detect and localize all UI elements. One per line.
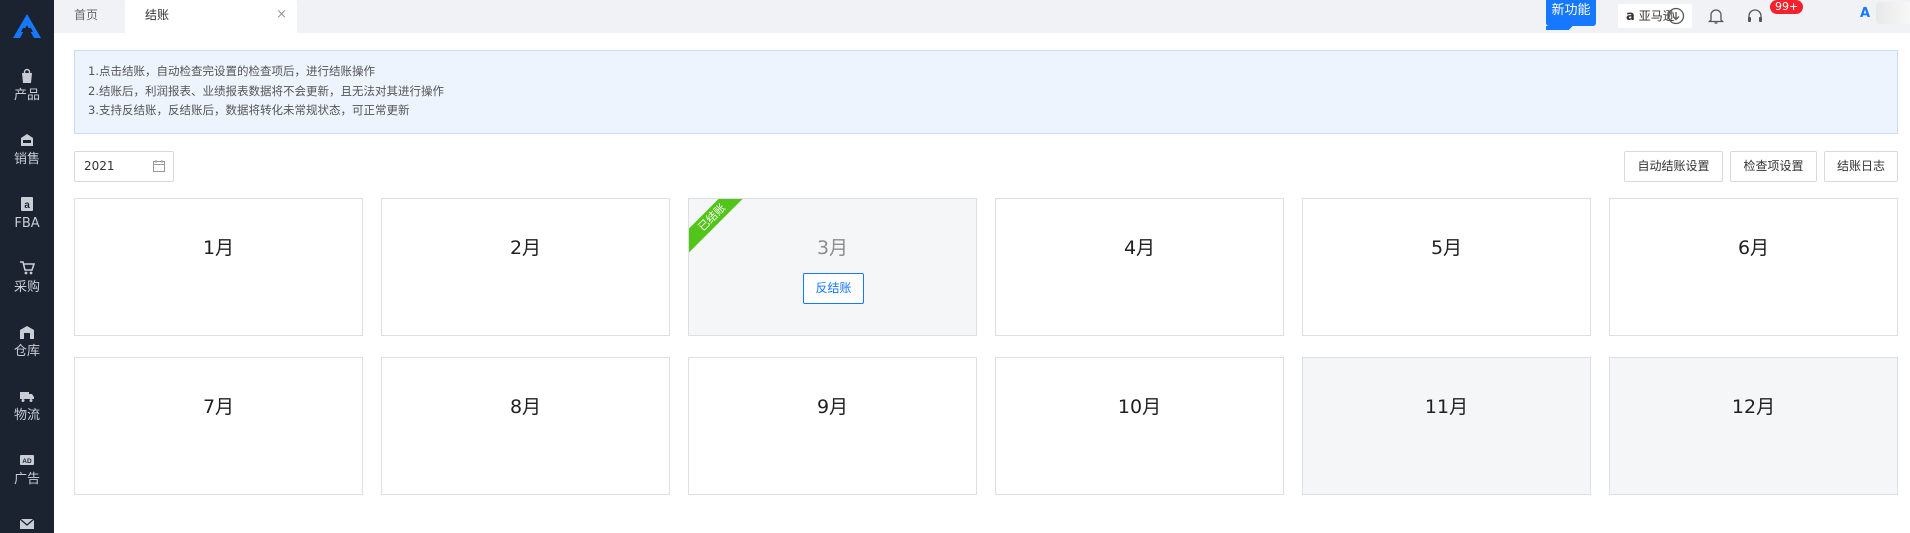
month-card-5[interactable]: 5月: [1302, 198, 1591, 336]
sidebar-item-label: 物流: [13, 408, 40, 423]
sidebar-item-purchasing[interactable]: 采购: [0, 254, 54, 314]
sidebar-item-warehouse[interactable]: 仓库: [0, 318, 54, 378]
info-notice: 1.点击结账，自动检查完设置的检查项后，进行结账操作 2.结账后，利润报表、业绩…: [74, 50, 1898, 134]
notice-line: 2.结账后，利润报表、业绩报表数据将不会更新，且无法对其进行操作: [88, 83, 444, 98]
month-label: 6月: [1737, 237, 1770, 259]
month-label: 9月: [816, 396, 849, 418]
mail-icon: [19, 518, 35, 529]
month-label: 1月: [202, 237, 235, 259]
brand-logo-mini: A: [1860, 6, 1871, 21]
sidebar-item-ads[interactable]: AD 广告: [0, 446, 54, 506]
month-card-11[interactable]: 11月: [1302, 357, 1591, 495]
month-card-2[interactable]: 2月: [381, 198, 670, 336]
user-avatar[interactable]: [1876, 2, 1910, 24]
month-label: 5月: [1430, 237, 1463, 259]
ad-icon: AD: [20, 455, 34, 465]
month-card-7[interactable]: 7月: [74, 357, 363, 495]
sidebar-item-fba[interactable]: a FBA: [0, 190, 54, 250]
amazon-icon: a: [21, 197, 33, 211]
month-card-3[interactable]: 已结账 3月 反结账: [688, 198, 977, 336]
sidebar-item-label: 产品: [13, 88, 40, 103]
month-card-4[interactable]: 4月: [995, 198, 1284, 336]
reverse-closing-button[interactable]: 反结账: [803, 273, 864, 304]
month-label: 3月: [816, 237, 849, 259]
notice-line: 3.支持反结账，反结账后，数据将转化未常规状态，可正常更新: [88, 103, 410, 117]
sidebar-item-sales[interactable]: 销售: [0, 126, 54, 186]
top-bar: 首页 结账 × 新功能 a 亚马逊 99+ A: [54, 0, 1910, 33]
calendar-icon: [153, 160, 165, 172]
year-picker[interactable]: 2021: [74, 151, 174, 182]
month-card-9[interactable]: 9月: [688, 357, 977, 495]
bag-icon: [22, 68, 32, 83]
month-card-1[interactable]: 1月: [74, 198, 363, 336]
logo-icon[interactable]: [11, 12, 43, 40]
auto-closing-settings-button[interactable]: 自动结账设置: [1624, 151, 1723, 182]
month-card-12[interactable]: 12月: [1609, 357, 1898, 495]
month-label: 7月: [202, 396, 235, 418]
sidebar-item-label: 仓库: [13, 344, 40, 359]
check-items-settings-button[interactable]: 检查项设置: [1730, 151, 1817, 182]
cart-icon: [20, 261, 35, 275]
close-icon[interactable]: ×: [276, 0, 287, 30]
closing-log-button[interactable]: 结账日志: [1824, 151, 1898, 182]
bell-icon[interactable]: [1707, 7, 1725, 25]
tab-label: 结账: [145, 8, 170, 22]
svg-text:AD: AD: [22, 458, 32, 465]
sidebar-item-label: 采购: [13, 280, 40, 295]
notice-line: 1.点击结账，自动检查完设置的检查项后，进行结账操作: [88, 64, 375, 78]
tab-closing[interactable]: 结账 ×: [125, 0, 297, 33]
notification-badge: 99+: [1770, 0, 1804, 14]
tab-label: 首页: [74, 8, 99, 22]
month-label: 12月: [1731, 396, 1776, 418]
svg-text:a: a: [24, 200, 30, 211]
sidebar-item-label: FBA: [14, 216, 40, 231]
sell-icon: [21, 134, 33, 146]
headset-icon[interactable]: [1746, 7, 1764, 25]
download-icon[interactable]: [1667, 7, 1685, 25]
month-label: 2月: [509, 237, 542, 259]
app-root: 产品 销售 a FBA 采购 仓库 物流 AD 广告 首页 结账 × 新功能 a…: [0, 0, 1910, 533]
amazon-icon: a: [1626, 9, 1635, 24]
month-label: 8月: [509, 396, 542, 418]
year-value: 2021: [84, 159, 115, 173]
sidebar-item-label: 销售: [13, 152, 40, 167]
month-label: 11月: [1424, 396, 1469, 418]
month-label: 4月: [1123, 237, 1156, 259]
tab-home[interactable]: 首页: [54, 0, 124, 33]
sidebar-item-products[interactable]: 产品: [0, 62, 54, 122]
sidebar-item-mail[interactable]: [0, 510, 54, 533]
month-card-8[interactable]: 8月: [381, 357, 670, 495]
new-feature-button[interactable]: 新功能: [1546, 0, 1596, 30]
month-card-10[interactable]: 10月: [995, 357, 1284, 495]
month-card-6[interactable]: 6月: [1609, 198, 1898, 336]
sidebar-item-logistics[interactable]: 物流: [0, 382, 54, 442]
sidebar: 产品 销售 a FBA 采购 仓库 物流 AD 广告: [0, 0, 54, 533]
warehouse-icon: [20, 326, 34, 339]
month-label: 10月: [1117, 396, 1162, 418]
truck-icon: [20, 392, 34, 402]
sidebar-item-label: 广告: [13, 472, 40, 487]
